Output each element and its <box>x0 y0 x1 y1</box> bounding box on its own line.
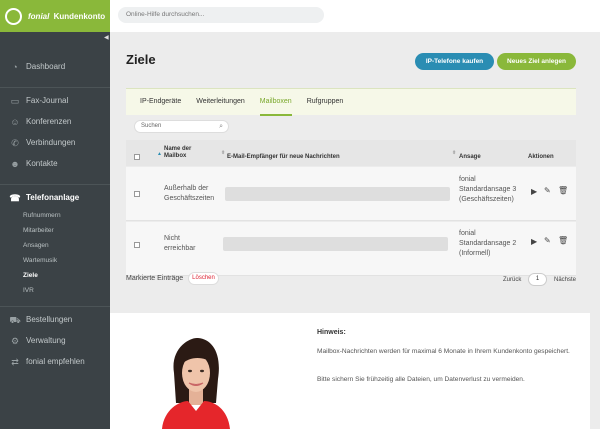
sidebar-subitem-ansagen[interactable]: Ansagen <box>0 238 110 253</box>
sidebar-item-kontakte[interactable]: ☻ Kontakte <box>0 153 110 174</box>
tab-ip-endgeraete[interactable]: IP-Endgeräte <box>140 89 181 116</box>
divider <box>0 87 110 88</box>
table-search-input[interactable]: Suchen ⌕ <box>134 120 229 133</box>
sidebar: fonial Kundenkonto ◀ ◔ Dashboard ▭ Fax-J… <box>0 0 110 429</box>
delete-selected-button[interactable]: Löschen <box>188 272 219 285</box>
conference-icon: ☺ <box>10 116 20 127</box>
logo-suffix: Kundenkonto <box>53 11 106 21</box>
sidebar-item-label: Verwaltung <box>26 336 66 345</box>
topbar: Online-Hilfe durchsuchen... <box>110 0 600 32</box>
announcement: fonial Standardansage 2 (Informell) <box>459 230 517 257</box>
sidebar-item-label: Verbindungen <box>26 138 76 147</box>
sidebar-item-label: Bestellungen <box>26 315 73 324</box>
mailbox-name: Außerhalb der Geschäftszeiten <box>164 185 215 202</box>
settings-icon: ⚙ <box>10 335 20 346</box>
collapse-sidebar-icon[interactable]: ◀ <box>104 34 109 41</box>
tab-bar: IP-Endgeräte Weiterleitungen Mailboxen R… <box>126 88 576 116</box>
tab-rufgruppen[interactable]: Rufgruppen <box>307 89 344 116</box>
hint-backup-text: Bitte sichern Sie frühzeitig alle Dateie… <box>317 376 525 383</box>
sidebar-item-dashboard[interactable]: ◔ Dashboard <box>0 56 110 77</box>
bulk-actions-label: Markierte Einträge <box>126 275 184 282</box>
announcement: fonial Standardansage 3 (Geschäftszeiten… <box>459 176 517 203</box>
search-icon: ⌕ <box>219 123 223 130</box>
pager-back-link[interactable]: Zurück <box>503 277 521 283</box>
new-target-button[interactable]: Neues Ziel anlegen <box>497 53 576 70</box>
sort-icon[interactable]: ⬍ <box>452 150 456 156</box>
dashboard-icon: ◔ <box>12 61 18 72</box>
play-icon[interactable]: ▶ <box>531 187 537 196</box>
table-search-placeholder: Suchen <box>141 123 162 129</box>
contacts-icon: ☻ <box>10 158 20 169</box>
select-all-checkbox[interactable] <box>134 154 140 160</box>
email-recipient-redacted <box>223 237 448 251</box>
column-header-actions: Aktionen <box>528 154 554 160</box>
hint-title: Hinweis: <box>317 329 346 336</box>
sidebar-item-label: Dashboard <box>26 62 66 71</box>
pager-current-page[interactable]: 1 <box>528 273 547 286</box>
hint-retention-text: Mailbox-Nachrichten werden für maximal 6… <box>317 348 570 355</box>
sidebar-item-telefonanlage[interactable]: ☎ Telefonanlage <box>0 187 110 208</box>
divider <box>0 184 110 185</box>
mailbox-name: Nicht erreichbar <box>164 235 196 252</box>
sidebar-subitem-wartemusik[interactable]: Wartemusik <box>0 253 110 268</box>
tab-weiterleitungen[interactable]: Weiterleitungen <box>196 89 245 116</box>
sidebar-item-bestellungen[interactable]: ⛟ Bestellungen <box>0 309 110 330</box>
sidebar-subitem-ivr[interactable]: IVR <box>0 283 110 298</box>
sidebar-subitem-rufnummern[interactable]: Rufnummern <box>0 208 110 223</box>
trash-icon[interactable]: 🗑 <box>558 236 568 245</box>
table-row[interactable]: Nicht erreichbar fonial Standardansage 2… <box>126 222 576 276</box>
phone-icon: ✆ <box>11 137 19 148</box>
fax-icon: ▭ <box>10 95 20 106</box>
column-header-email[interactable]: E-Mail-Empfänger für neue Nachrichten <box>227 154 340 160</box>
column-header-announcement[interactable]: Ansage <box>459 154 481 160</box>
sidebar-subitem-label: Ziele <box>23 272 38 279</box>
sidebar-subitem-label: Ansagen <box>23 242 49 249</box>
phone-system-icon: ☎ <box>9 192 21 203</box>
sidebar-item-konferenzen[interactable]: ☺ Konferenzen <box>0 111 110 132</box>
sidebar-subitem-label: Rufnummern <box>23 212 61 219</box>
email-recipient-redacted <box>225 187 450 201</box>
share-icon: ⇄ <box>11 356 19 367</box>
sidebar-nav: ◔ Dashboard ▭ Fax-Journal ☺ Konferenzen … <box>0 56 110 372</box>
sidebar-subitem-label: Mitarbeiter <box>23 227 54 234</box>
cart-icon: ⛟ <box>9 314 21 325</box>
row-checkbox[interactable] <box>134 191 140 197</box>
sidebar-subitem-mitarbeiter[interactable]: Mitarbeiter <box>0 223 110 238</box>
sidebar-item-empfehlen[interactable]: ⇄ fonial empfehlen <box>0 351 110 372</box>
divider <box>0 306 110 307</box>
sidebar-subitem-ziele[interactable]: Ziele <box>0 268 110 283</box>
sidebar-item-label: Fax-Journal <box>26 96 69 105</box>
sidebar-subitem-label: Wartemusik <box>23 257 58 264</box>
sidebar-item-label: Telefonanlage <box>26 193 80 202</box>
targets-panel: IP-Endgeräte Weiterleitungen Mailboxen R… <box>126 88 576 288</box>
trash-icon[interactable]: 🗑 <box>558 186 568 195</box>
sort-icon[interactable]: ⬍ <box>221 150 225 156</box>
row-checkbox[interactable] <box>134 242 140 248</box>
sidebar-item-verwaltung[interactable]: ⚙ Verwaltung <box>0 330 110 351</box>
support-person-photo <box>162 337 230 429</box>
edit-icon[interactable]: ✎ <box>544 236 551 245</box>
logo-brand: fonial <box>28 11 50 21</box>
sidebar-item-label: fonial empfehlen <box>26 357 85 366</box>
edit-icon[interactable]: ✎ <box>544 186 551 195</box>
table-header: ▲ Name der Mailbox ⬍ E-Mail-Empfänger fü… <box>126 140 576 166</box>
sidebar-item-label: Kontakte <box>26 159 58 168</box>
sort-asc-icon[interactable]: ▲ <box>157 151 162 157</box>
sidebar-subitem-label: IVR <box>23 287 34 294</box>
table-row[interactable]: Außerhalb der Geschäftszeiten fonial Sta… <box>126 167 576 221</box>
help-search-input[interactable]: Online-Hilfe durchsuchen... <box>118 7 324 23</box>
column-header-name[interactable]: Name der Mailbox <box>164 146 212 160</box>
sidebar-item-verbindungen[interactable]: ✆ Verbindungen <box>0 132 110 153</box>
page-title: Ziele <box>126 52 156 67</box>
play-icon[interactable]: ▶ <box>531 237 537 246</box>
logo[interactable]: fonial Kundenkonto <box>0 0 110 32</box>
logo-icon <box>5 7 22 25</box>
buy-ip-phones-button[interactable]: IP-Telefone kaufen <box>415 53 494 70</box>
pager-next-link[interactable]: Nächste <box>554 277 576 283</box>
sidebar-item-fax-journal[interactable]: ▭ Fax-Journal <box>0 90 110 111</box>
sidebar-item-label: Konferenzen <box>26 117 72 126</box>
tab-mailboxen[interactable]: Mailboxen <box>259 89 292 116</box>
